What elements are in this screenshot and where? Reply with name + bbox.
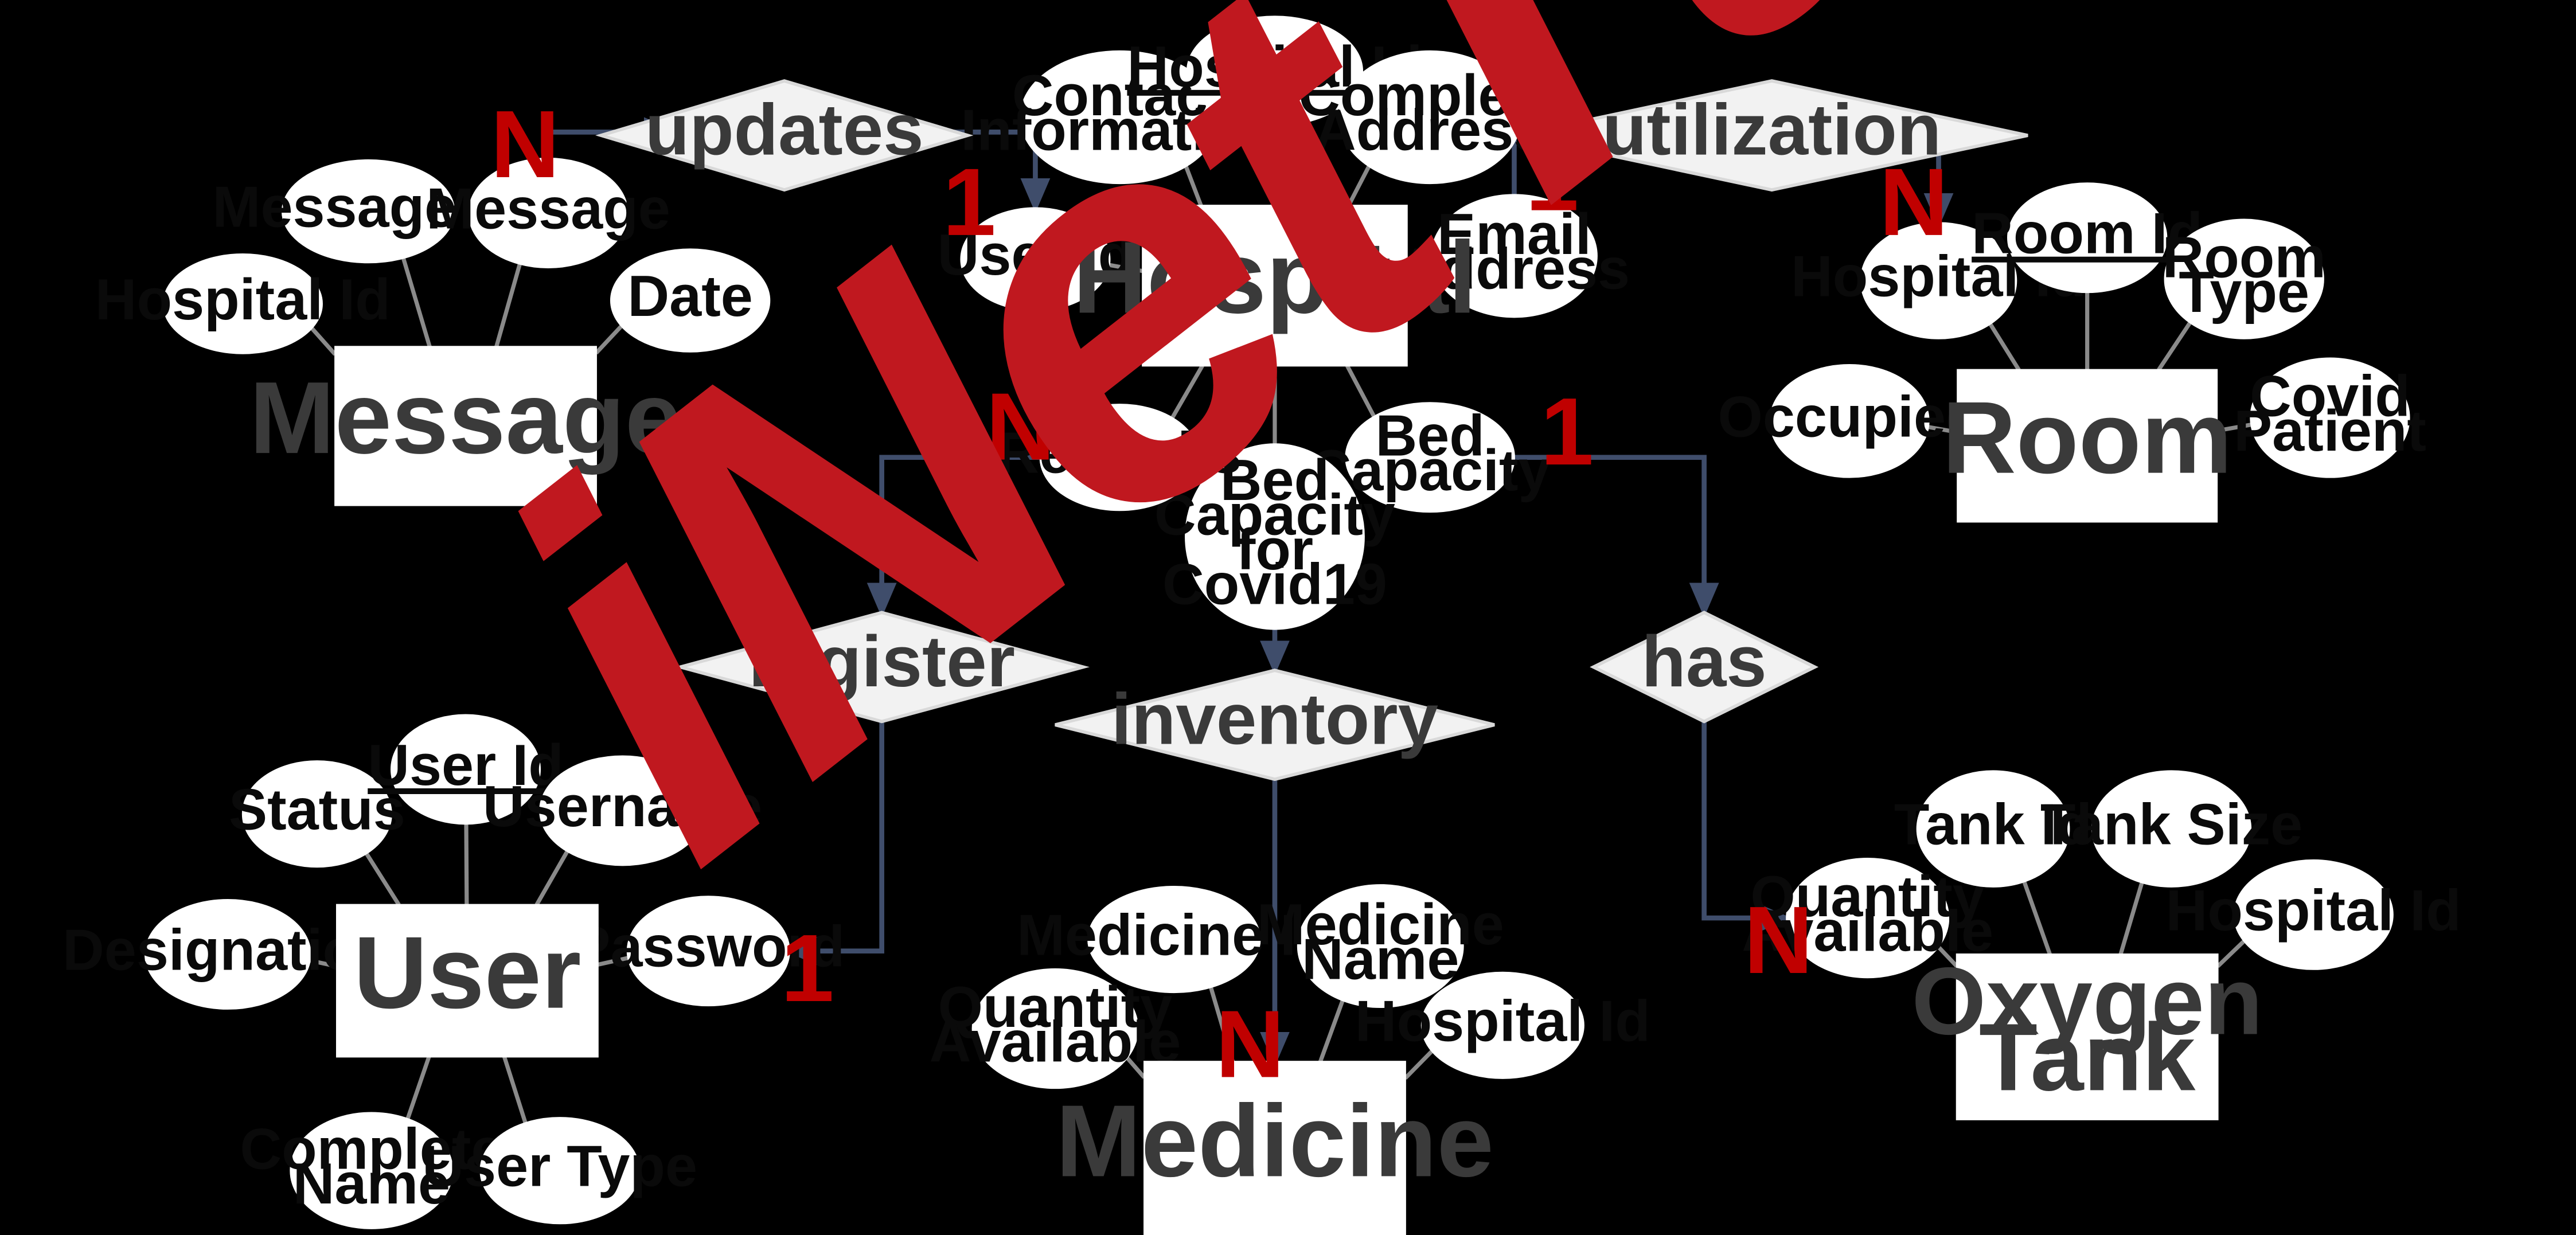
attribute-label: Quantity Available (930, 975, 1181, 1073)
attribute-label: Hospital Id (95, 267, 391, 331)
entity-label: Hospital (1073, 220, 1477, 334)
attribute-label: Username (483, 775, 762, 839)
attribute-label: Hospital Id (2166, 878, 2461, 943)
spoke-hospital-id-to-room (1988, 322, 2021, 371)
spoke-hospital-id-to-medicine (1403, 1048, 1435, 1080)
entity-label: Message (249, 360, 682, 475)
spoke-complete-address-to-hospital (1346, 163, 1372, 207)
spoke-message-id-to-message (401, 256, 432, 347)
spoke-message-to-message (494, 262, 522, 347)
relationship-inventory[interactable]: inventory (1055, 669, 1495, 781)
card-hospital-has: 1 (1540, 378, 1594, 485)
card-hospital-register: N (986, 373, 1055, 480)
attribute-hospital-id-message[interactable]: Hospital Id (95, 253, 391, 354)
er-diagram-canvas: Hospital Id Message Id Message Date User Id C… (0, 0, 2576, 1235)
spoke-user-type-to-user (502, 1056, 528, 1125)
spoke-tank-size-to-oxygentank (2118, 881, 2145, 955)
attribute-complete-address-hospital[interactable]: Complete Address (1298, 50, 1562, 185)
entity-room[interactable]: Room (1942, 369, 2232, 523)
attribute-label: Medicine Name (1257, 892, 1504, 991)
spoke-bed-capacity-to-hospital (1345, 365, 1377, 419)
entity-hospital[interactable]: Hospital (1073, 205, 1477, 367)
spoke-username-to-user (534, 849, 570, 906)
attribute-date-message[interactable]: Date (610, 248, 771, 353)
entity-user[interactable]: User (335, 904, 599, 1058)
attribute-room-type-room[interactable]: Room Type (2162, 218, 2326, 339)
attribute-label: Occupied (1718, 385, 1981, 449)
relationship-label: has (1641, 620, 1766, 702)
attribute-tank-size-oxygentank[interactable]: Tank Size (2040, 770, 2302, 888)
spoke-date-to-message (594, 323, 625, 355)
attribute-label: Hospital Id (1355, 989, 1650, 1053)
spoke-complete-name-to-user (405, 1056, 431, 1121)
spoke-contact-information-to-hospital (1183, 164, 1203, 206)
card-updates-hospital: 1 (943, 149, 996, 256)
entity-message[interactable]: Message (249, 346, 682, 506)
spoke-tank-id-to-oxygentank (2021, 880, 2052, 955)
attribute-occupied-room[interactable]: Occupied (1718, 364, 1981, 478)
relationship-register[interactable]: register (674, 611, 1090, 724)
spoke-room-type-to-room (2157, 320, 2193, 372)
attribute-label: Room Type (2162, 225, 2325, 324)
relationship-utilization[interactable]: utilization (1515, 79, 2028, 192)
relationship-label: updates (645, 89, 924, 170)
card-register-user: 1 (781, 915, 834, 1022)
spoke-remarks-to-hospital (1170, 365, 1204, 420)
relationship-has[interactable]: has (1590, 611, 1819, 724)
card-has-oxygentank: N (1744, 887, 1813, 994)
card-utilization-room: N (1879, 149, 1949, 256)
entity-label: Room (1942, 380, 2232, 495)
relationship-label: inventory (1111, 678, 1438, 760)
entity-label: User (353, 915, 581, 1030)
entity-label: Medicine (1056, 1083, 1494, 1198)
er-diagram-svg: Hospital IdMessage IdMessageDateUser IdC… (63, 15, 2461, 1235)
attribute-label: Date (627, 264, 752, 329)
spoke-user-id-to-user (464, 823, 469, 905)
spoke-medicine-name-to-medicine (1318, 998, 1345, 1062)
card-message-updates: N (490, 91, 560, 198)
card-inventory-medicine: N (1215, 991, 1285, 1097)
relationship-label: register (748, 620, 1015, 702)
card-hospital-utilization: 1 (1525, 124, 1579, 231)
attribute-label: Tank Size (2040, 792, 2302, 857)
attribute-label: Complete Address (1298, 64, 1562, 162)
attribute-covid-patient-room[interactable]: Covid Patient (2234, 357, 2426, 478)
attribute-label: Covid Patient (2234, 364, 2426, 463)
spoke-status-to-user (364, 851, 401, 906)
attribute-label: User Type (422, 1134, 697, 1198)
relationship-updates[interactable]: updates (595, 79, 974, 192)
entity-oxygentank[interactable]: Oxygen Tank (1911, 948, 2263, 1120)
